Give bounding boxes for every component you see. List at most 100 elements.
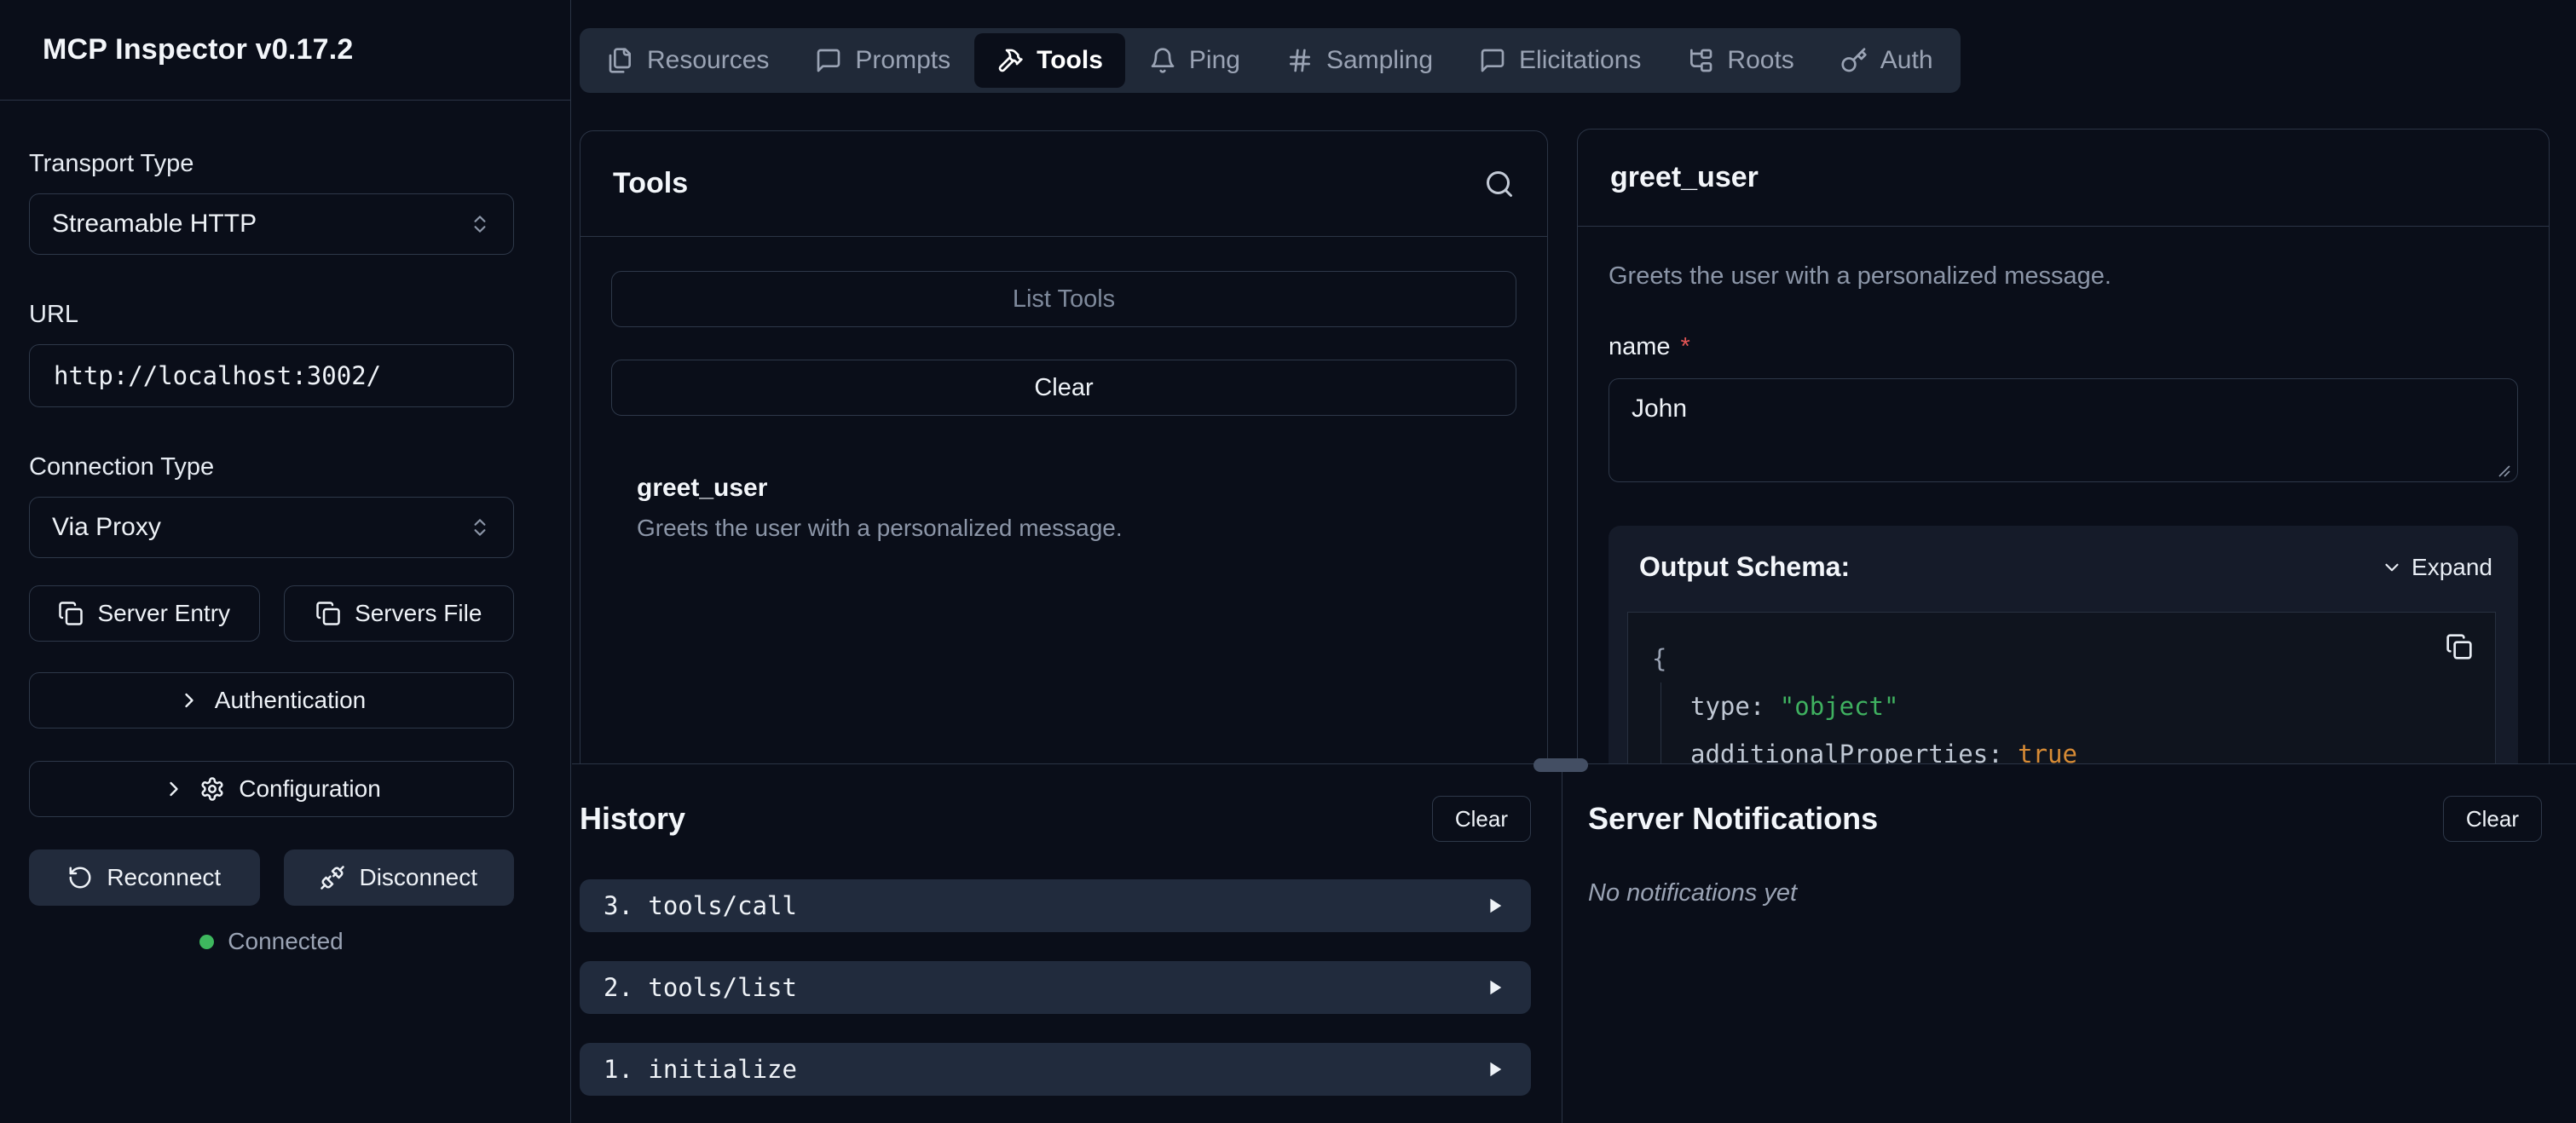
url-label: URL bbox=[29, 301, 514, 329]
history-item[interactable]: 2. tools/list bbox=[580, 961, 1531, 1014]
connection-type-value: Via Proxy bbox=[52, 513, 161, 542]
code-line: additionalProperties: true bbox=[1690, 730, 2471, 764]
tab-roots[interactable]: Roots bbox=[1665, 33, 1816, 88]
history-item-label: 2. tools/list bbox=[604, 973, 797, 1002]
tab-label: Ping bbox=[1189, 46, 1240, 75]
clear-history-button[interactable]: Clear bbox=[1432, 796, 1531, 842]
rotate-ccw-icon bbox=[67, 865, 93, 890]
status-dot-icon bbox=[199, 935, 214, 949]
unplug-icon bbox=[320, 865, 345, 890]
transport-type-group: Transport Type Streamable HTTP bbox=[29, 150, 514, 255]
authentication-button[interactable]: Authentication bbox=[29, 672, 514, 729]
connection-buttons-row: Reconnect Disconnect bbox=[29, 849, 514, 906]
history-item[interactable]: 1. initialize bbox=[580, 1043, 1531, 1096]
tab-prompts[interactable]: Prompts bbox=[793, 33, 973, 88]
tool-name: greet_user bbox=[637, 474, 1516, 503]
servers-file-label: Servers File bbox=[355, 600, 482, 627]
bottom-section: History Clear 3. tools/call 2. tools/lis… bbox=[572, 765, 2576, 1123]
chevrons-up-down-icon bbox=[469, 516, 491, 538]
status-text: Connected bbox=[228, 928, 343, 955]
tab-sampling[interactable]: Sampling bbox=[1264, 33, 1455, 88]
tools-panel-body: List Tools Clear greet_user Greets the u… bbox=[580, 237, 1547, 542]
chevrons-up-down-icon bbox=[469, 213, 491, 235]
name-field-input[interactable]: John bbox=[1609, 378, 2518, 482]
tab-ping[interactable]: Ping bbox=[1127, 33, 1262, 88]
sidebar-header: MCP Inspector v0.17.2 bbox=[0, 0, 570, 101]
server-entry-label: Server Entry bbox=[97, 600, 230, 627]
clear-tools-button[interactable]: Clear bbox=[611, 360, 1516, 416]
tab-auth[interactable]: Auth bbox=[1818, 33, 1955, 88]
disconnect-label: Disconnect bbox=[359, 864, 477, 891]
tab-label: Auth bbox=[1880, 46, 1933, 75]
mcp-inspector-app: MCP Inspector v0.17.2 Transport Type Str… bbox=[0, 0, 2576, 1123]
clear-notifications-button[interactable]: Clear bbox=[2443, 796, 2542, 842]
tools-panel-header: Tools bbox=[580, 131, 1547, 237]
history-item[interactable]: 3. tools/call bbox=[580, 879, 1531, 932]
history-panel: History Clear 3. tools/call 2. tools/lis… bbox=[572, 765, 1562, 1123]
expand-arrow-icon bbox=[1485, 1060, 1504, 1079]
panel-resize-handle[interactable] bbox=[1533, 758, 1588, 772]
history-list: 3. tools/call 2. tools/list 1. initializ… bbox=[580, 879, 1531, 1096]
servers-file-button[interactable]: Servers File bbox=[284, 585, 515, 642]
search-icon[interactable] bbox=[1484, 169, 1515, 199]
connection-type-label: Connection Type bbox=[29, 453, 514, 481]
tab-resources[interactable]: Resources bbox=[585, 33, 791, 88]
server-entry-button[interactable]: Server Entry bbox=[29, 585, 260, 642]
code-value-boolean: true bbox=[2018, 740, 2077, 764]
connection-status: Connected bbox=[29, 928, 514, 955]
reconnect-label: Reconnect bbox=[107, 864, 221, 891]
output-schema-section: Output Schema: Expand bbox=[1609, 526, 2518, 764]
code-line-open: { bbox=[1652, 635, 2471, 682]
code-key: type: bbox=[1690, 692, 1765, 721]
history-title: History bbox=[580, 801, 685, 837]
list-tools-button[interactable]: List Tools bbox=[611, 271, 1516, 327]
code-indent-block: type: "object" additionalProperties: tru… bbox=[1661, 682, 2471, 764]
url-input[interactable] bbox=[29, 344, 514, 407]
bell-icon bbox=[1149, 47, 1176, 74]
connection-type-select[interactable]: Via Proxy bbox=[29, 497, 514, 558]
copy-code-icon[interactable] bbox=[2446, 633, 2473, 660]
tab-label: Elicitations bbox=[1519, 46, 1641, 75]
tools-panel-title: Tools bbox=[613, 167, 688, 200]
hash-icon bbox=[1286, 47, 1314, 74]
key-icon bbox=[1840, 47, 1868, 74]
copy-icon bbox=[58, 601, 84, 626]
expand-arrow-icon bbox=[1485, 896, 1504, 915]
tool-detail-body: Greets the user with a personalized mess… bbox=[1578, 227, 2549, 764]
gear-icon bbox=[199, 776, 225, 802]
server-notifications-panel: Server Notifications Clear No notificati… bbox=[1562, 765, 2576, 1123]
message-square-icon bbox=[815, 47, 842, 74]
tab-tools[interactable]: Tools bbox=[974, 33, 1125, 88]
disconnect-button[interactable]: Disconnect bbox=[284, 849, 515, 906]
message-square-icon bbox=[1479, 47, 1506, 74]
expand-schema-button[interactable]: Expand bbox=[2381, 554, 2492, 581]
tab-bar: Resources Prompts Tools Ping Sampling bbox=[580, 28, 1961, 93]
expand-arrow-icon bbox=[1485, 978, 1504, 997]
output-schema-title: Output Schema: bbox=[1639, 551, 1850, 583]
tool-detail-title: greet_user bbox=[1610, 161, 1759, 194]
transport-type-value: Streamable HTTP bbox=[52, 210, 257, 239]
notifications-empty-message: No notifications yet bbox=[1588, 879, 2542, 907]
copy-icon bbox=[315, 601, 341, 626]
configuration-button[interactable]: Configuration bbox=[29, 761, 514, 817]
tool-detail-header: greet_user bbox=[1578, 130, 2549, 227]
history-item-label: 1. initialize bbox=[604, 1055, 797, 1084]
connection-type-group: Connection Type Via Proxy bbox=[29, 453, 514, 558]
code-line: type: "object" bbox=[1690, 682, 2471, 730]
resize-grip-icon[interactable] bbox=[2494, 461, 2511, 478]
tool-list-item[interactable]: greet_user Greets the user with a person… bbox=[611, 474, 1516, 542]
top-section: Resources Prompts Tools Ping Sampling bbox=[572, 0, 2576, 764]
transport-type-select[interactable]: Streamable HTTP bbox=[29, 193, 514, 255]
tab-label: Roots bbox=[1727, 46, 1793, 75]
chevron-right-icon bbox=[162, 777, 186, 801]
tool-detail-panel: greet_user Greets the user with a person… bbox=[1577, 129, 2550, 764]
hammer-icon bbox=[996, 47, 1024, 74]
url-group: URL bbox=[29, 301, 514, 407]
sidebar-body: Transport Type Streamable HTTP URL Conne… bbox=[0, 101, 570, 955]
tab-elicitations[interactable]: Elicitations bbox=[1457, 33, 1663, 88]
schema-code-block[interactable]: { type: "object" additionalProperties: t… bbox=[1627, 612, 2496, 764]
reconnect-button[interactable]: Reconnect bbox=[29, 849, 260, 906]
tab-label: Tools bbox=[1037, 46, 1103, 75]
name-field-label: name bbox=[1609, 333, 1671, 361]
main-area: Resources Prompts Tools Ping Sampling bbox=[572, 0, 2576, 1123]
